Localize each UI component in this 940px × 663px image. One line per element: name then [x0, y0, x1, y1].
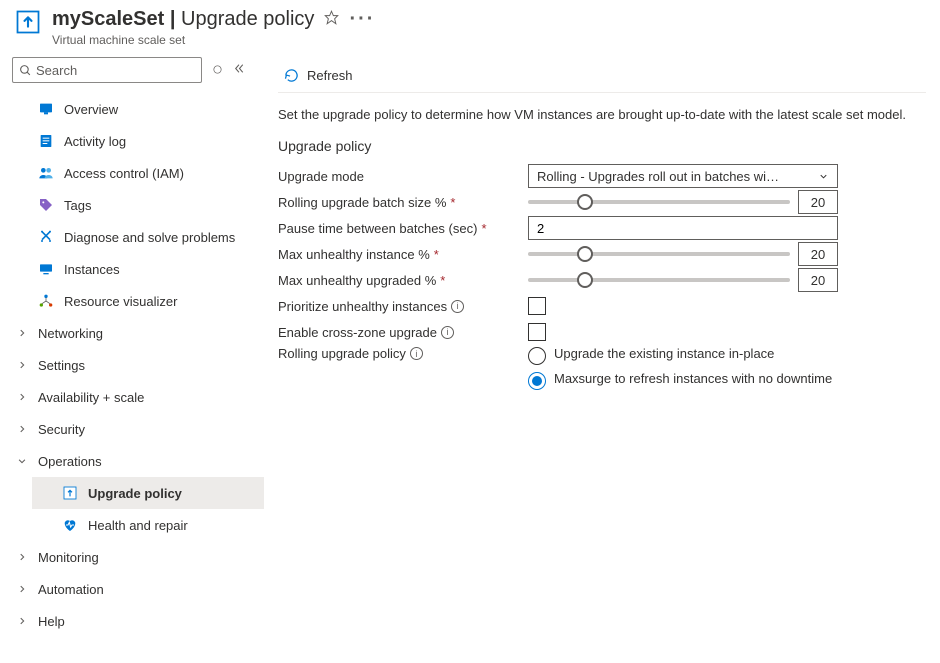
chevron-right-icon [16, 360, 28, 370]
favorite-star-icon[interactable] [324, 8, 339, 31]
max-unhealthy-upgraded-value: 20 [798, 268, 838, 292]
sidebar-group-settings[interactable]: Settings [12, 349, 264, 381]
sidebar-item-label: Health and repair [88, 518, 188, 533]
upgrade-mode-select[interactable]: Rolling - Upgrades roll out in batches w… [528, 164, 838, 188]
sidebar-item-label: Upgrade policy [88, 486, 182, 501]
collapse-sidebar-icon[interactable] [233, 62, 246, 78]
sidebar: Search Overview Activity log Access contro… [0, 51, 264, 663]
chevron-right-icon [16, 328, 28, 338]
visualizer-icon [38, 293, 54, 309]
batch-size-value: 20 [798, 190, 838, 214]
chevron-right-icon [16, 616, 28, 626]
info-icon[interactable]: i [410, 347, 423, 360]
prioritize-checkbox[interactable] [528, 297, 546, 315]
chevron-down-icon [16, 456, 28, 466]
chevron-right-icon [16, 584, 28, 594]
more-icon[interactable]: ··· [349, 8, 375, 31]
sidebar-group-label: Monitoring [38, 550, 99, 565]
toolbar: Refresh [278, 59, 926, 93]
vm-icon [38, 261, 54, 277]
sidebar-group-label: Help [38, 614, 65, 629]
pause-time-input[interactable] [528, 216, 838, 240]
sidebar-group-networking[interactable]: Networking [12, 317, 264, 349]
sidebar-group-label: Settings [38, 358, 85, 373]
pin-icon[interactable] [212, 63, 223, 78]
sidebar-item-tags[interactable]: Tags [12, 189, 264, 221]
sidebar-group-label: Operations [38, 454, 102, 469]
max-unhealthy-upgraded-label: Max unhealthy upgraded % * [278, 273, 528, 288]
sidebar-group-security[interactable]: Security [12, 413, 264, 445]
max-unhealthy-upgraded-slider[interactable] [528, 278, 790, 282]
sidebar-item-diagnose-and-solve-problems[interactable]: Diagnose and solve problems [12, 221, 264, 253]
chevron-right-icon [16, 392, 28, 402]
batch-size-label: Rolling upgrade batch size % * [278, 195, 528, 210]
max-unhealthy-label: Max unhealthy instance % * [278, 247, 528, 262]
sidebar-item-label: Activity log [64, 134, 126, 149]
sidebar-item-label: Diagnose and solve problems [64, 230, 235, 245]
radio-inplace[interactable]: Upgrade the existing instance in-place [528, 346, 832, 365]
sidebar-item-label: Access control (IAM) [64, 166, 184, 181]
overview-icon [38, 101, 54, 117]
main-content: Refresh Set the upgrade policy to determ… [264, 51, 940, 663]
chevron-right-icon [16, 552, 28, 562]
upgrade-icon [62, 485, 78, 501]
max-unhealthy-value: 20 [798, 242, 838, 266]
search-icon [19, 64, 32, 77]
sidebar-group-label: Availability + scale [38, 390, 144, 405]
iam-icon [38, 165, 54, 181]
page-title: myScaleSet | Upgrade policy ··· [52, 8, 926, 31]
refresh-button[interactable]: Refresh [278, 64, 359, 87]
sidebar-item-health-and-repair[interactable]: Health and repair [32, 509, 264, 541]
sidebar-group-label: Networking [38, 326, 103, 341]
resource-icon [14, 8, 42, 36]
sidebar-item-instances[interactable]: Instances [12, 253, 264, 285]
chevron-right-icon [16, 424, 28, 434]
page-header: myScaleSet | Upgrade policy ··· Virtual … [0, 0, 940, 51]
pause-time-label: Pause time between batches (sec) * [278, 221, 528, 236]
sidebar-item-upgrade-policy[interactable]: Upgrade policy [32, 477, 264, 509]
sidebar-group-label: Security [38, 422, 85, 437]
batch-size-slider[interactable] [528, 200, 790, 204]
info-icon[interactable]: i [441, 326, 454, 339]
tag-icon [38, 197, 54, 213]
sidebar-group-help[interactable]: Help [12, 605, 264, 637]
radio-maxsurge[interactable]: Maxsurge to refresh instances with no do… [528, 371, 832, 390]
health-icon [62, 517, 78, 533]
max-unhealthy-slider[interactable] [528, 252, 790, 256]
prioritize-label: Prioritize unhealthy instances i [278, 299, 528, 314]
sidebar-group-operations[interactable]: Operations [12, 445, 264, 477]
sidebar-item-label: Resource visualizer [64, 294, 177, 309]
sidebar-group-monitoring[interactable]: Monitoring [12, 541, 264, 573]
sidebar-item-label: Tags [64, 198, 91, 213]
section-heading: Upgrade policy [278, 138, 926, 154]
cross-zone-checkbox[interactable] [528, 323, 546, 341]
resource-type: Virtual machine scale set [52, 33, 926, 47]
upgrade-mode-label: Upgrade mode [278, 169, 528, 184]
cross-zone-label: Enable cross-zone upgrade i [278, 325, 528, 340]
sidebar-group-availability-scale[interactable]: Availability + scale [12, 381, 264, 413]
refresh-icon [284, 68, 299, 83]
description-text: Set the upgrade policy to determine how … [278, 107, 926, 122]
diag-icon [38, 229, 54, 245]
info-icon[interactable]: i [451, 300, 464, 313]
sidebar-item-label: Instances [64, 262, 120, 277]
sidebar-group-automation[interactable]: Automation [12, 573, 264, 605]
sidebar-item-overview[interactable]: Overview [12, 93, 264, 125]
sidebar-group-label: Automation [38, 582, 104, 597]
search-input[interactable]: Search [12, 57, 202, 83]
activity-icon [38, 133, 54, 149]
rolling-policy-label: Rolling upgrade policy i [278, 346, 528, 361]
sidebar-item-access-control-iam-[interactable]: Access control (IAM) [12, 157, 264, 189]
chevron-down-icon [818, 171, 829, 182]
sidebar-item-activity-log[interactable]: Activity log [12, 125, 264, 157]
sidebar-item-resource-visualizer[interactable]: Resource visualizer [12, 285, 264, 317]
sidebar-item-label: Overview [64, 102, 118, 117]
